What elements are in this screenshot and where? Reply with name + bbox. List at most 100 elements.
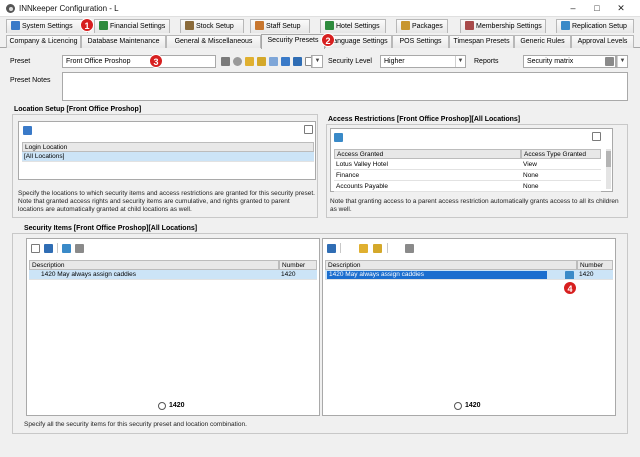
window-title: INNkeeper Configuration - L (19, 4, 119, 13)
packages-icon (401, 21, 410, 30)
tab-general-miscellaneous[interactable]: General & Miscellaneous (166, 35, 261, 48)
tab-generic-rules[interactable]: Generic Rules (514, 35, 571, 48)
preset-notes-field[interactable] (62, 72, 628, 101)
stock-icon (185, 21, 194, 30)
scrollbar-thumb[interactable] (606, 151, 611, 167)
tab-packages[interactable]: Packages (396, 19, 448, 33)
access-restrictions-note: Note that granting access to a parent ac… (330, 198, 619, 213)
edit-icon[interactable] (221, 57, 230, 66)
column-header-description[interactable]: Description (29, 260, 279, 270)
reports-dropdown-button[interactable]: ▼ (616, 55, 628, 68)
column-header-login-location[interactable]: Login Location (22, 142, 314, 152)
tree-icon[interactable] (293, 57, 302, 66)
table-row[interactable]: 1420 May always assign caddies (29, 270, 279, 280)
table-cell[interactable]: Lotus Valley Hotel (334, 160, 521, 170)
chevron-down-icon: ▼ (617, 56, 627, 67)
tree-icon[interactable] (44, 244, 53, 253)
access-restrictions-panel: Access Granted Access Type Granted Lotus… (330, 128, 613, 192)
tab-label: Staff Setup (266, 23, 301, 30)
close-button[interactable]: ✕ (614, 2, 628, 15)
printer-icon[interactable] (405, 244, 414, 253)
tab-label: Hotel Settings (336, 23, 380, 30)
tab-hotel-settings[interactable]: Hotel Settings (320, 19, 386, 33)
security-level-label: Security Level (328, 58, 372, 65)
tab-timespan-presets[interactable]: Timespan Presets (449, 35, 514, 48)
tab-staff-setup[interactable]: Staff Setup (250, 19, 310, 33)
tree-icon[interactable] (334, 133, 343, 142)
table-cell[interactable]: Accounts Payable (334, 182, 521, 192)
list-item[interactable]: [All Locations] (22, 152, 314, 162)
toolbar-divider (57, 243, 58, 253)
tab-label: Packages (412, 23, 443, 30)
tab-replication-setup[interactable]: Replication Setup (556, 19, 634, 33)
maximize-button[interactable]: □ (590, 2, 604, 15)
tab-membership-settings[interactable]: Membership Settings (460, 19, 546, 33)
table-cell[interactable]: 1420 (279, 270, 317, 280)
selected-cell-text[interactable]: 1420 May always assign caddies (327, 271, 547, 279)
tab-stock-setup[interactable]: Stock Setup (180, 19, 244, 33)
reports-value: Security matrix (527, 58, 574, 65)
hotel-icon (325, 21, 334, 30)
security-level-select[interactable]: Higher ▼ (380, 55, 466, 68)
app-icon (6, 4, 15, 13)
scrollbar[interactable] (606, 149, 611, 189)
tab-company-licencing[interactable]: Company & Licencing (6, 35, 81, 48)
open-folder-icon[interactable] (257, 57, 266, 66)
callout-badge-2: 2 (321, 33, 335, 47)
new-document-icon[interactable] (304, 125, 313, 134)
add-folder-icon[interactable] (245, 57, 254, 66)
new-document-icon[interactable] (592, 132, 601, 141)
tab-pos-settings[interactable]: POS Settings (392, 35, 449, 48)
table-cell[interactable]: View (521, 160, 601, 170)
table-cell[interactable]: None (521, 171, 601, 181)
security-tab-row: Company & Licencing Database Maintenance… (0, 34, 640, 49)
column-header-number[interactable]: Number (577, 260, 613, 270)
column-header-access-granted[interactable]: Access Granted (334, 149, 521, 159)
preset-dropdown-button[interactable]: ▼ (311, 55, 323, 68)
search-icon[interactable] (233, 57, 242, 66)
location-setup-note: Specify the locations to which security … (18, 190, 315, 213)
toolbar-divider (387, 243, 388, 253)
tab-label: Stock Setup (196, 23, 234, 30)
column-header-access-type[interactable]: Access Type Granted (521, 149, 601, 159)
security-items-right-panel: Description Number 1420 May always assig… (322, 238, 616, 416)
reports-select[interactable]: Security matrix (523, 55, 616, 68)
minimize-button[interactable]: – (566, 2, 580, 15)
callout-badge-1: 1 (80, 18, 94, 32)
copy-icon[interactable] (269, 57, 278, 66)
tree-icon[interactable] (565, 271, 574, 279)
preset-label: Preset (10, 58, 31, 65)
tab-financial-settings[interactable]: Financial Settings (94, 19, 170, 33)
column-header-number[interactable]: Number (279, 260, 317, 270)
expand-icon[interactable] (62, 244, 71, 253)
location-setup-panel: Login Location [All Locations] (18, 121, 316, 180)
table-cell[interactable]: None (521, 182, 601, 192)
table-cell[interactable]: Finance (334, 171, 521, 181)
callout-badge-3: 3 (149, 54, 163, 68)
tab-security-presets[interactable]: Security Presets (261, 34, 325, 49)
tab-system-settings[interactable]: System Settings (6, 19, 88, 33)
column-header-description[interactable]: Description (325, 260, 577, 270)
link-icon[interactable] (281, 57, 290, 66)
tree-icon[interactable] (23, 126, 32, 135)
open-folder-icon[interactable] (373, 244, 382, 253)
add-folder-icon[interactable] (359, 244, 368, 253)
title-bar: INNkeeper Configuration - L – □ ✕ (0, 0, 640, 17)
reports-label: Reports (474, 58, 499, 65)
security-level-value: Higher (384, 58, 405, 65)
preset-field[interactable]: Front Office Proshop (62, 55, 216, 68)
table-row[interactable]: 1420 May always assign caddies (325, 270, 577, 280)
table-cell[interactable]: 1420 (577, 270, 613, 280)
tab-database-maintenance[interactable]: Database Maintenance (81, 35, 166, 48)
system-settings-icon (11, 21, 20, 30)
printer-icon[interactable] (605, 57, 614, 66)
security-items-note: Specify all the security items for this … (24, 421, 247, 428)
new-document-icon[interactable] (31, 244, 40, 253)
tab-label: Financial Settings (110, 23, 166, 30)
financial-icon (99, 21, 108, 30)
printer-icon[interactable] (75, 244, 84, 253)
tree-icon[interactable] (327, 244, 336, 253)
replication-icon (561, 21, 570, 30)
tab-approval-levels[interactable]: Approval Levels (571, 35, 634, 48)
tab-language-settings[interactable]: Language Settings (325, 35, 392, 48)
